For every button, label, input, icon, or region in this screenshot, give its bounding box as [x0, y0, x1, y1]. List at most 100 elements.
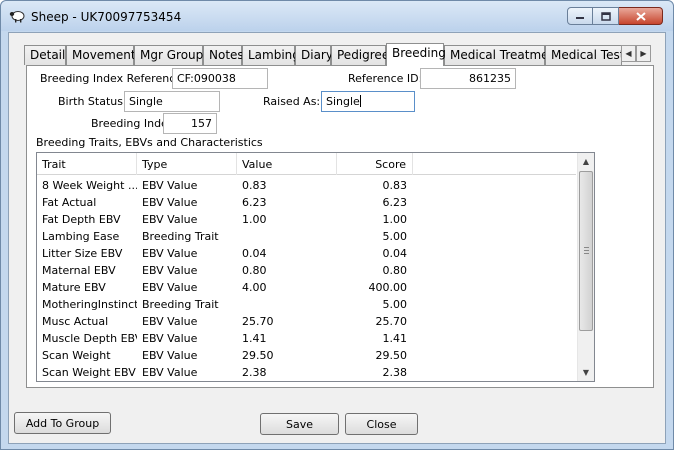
cell-score: 5.00 — [382, 298, 408, 311]
grip-line — [584, 253, 589, 254]
cell-score: 6.23 — [382, 196, 408, 209]
cell-type: Breeding Trait — [142, 298, 219, 311]
breeding-traits-table[interactable]: Trait Type Value Score 8 Week Weight ...… — [36, 152, 595, 382]
cell-trait: Lambing Ease — [42, 230, 120, 243]
cell-value — [237, 296, 337, 313]
cell-value: 2.38 — [242, 366, 267, 379]
cell-value: 1.00 — [242, 213, 267, 226]
raised-as-field[interactable]: Single — [321, 91, 415, 112]
reference-id-label: Reference ID: — [348, 72, 423, 85]
cell-score: 0.83 — [382, 179, 408, 192]
tab-medical-tests[interactable]: Medical Tests — [545, 45, 631, 65]
cell-trait: Scan Weight — [42, 349, 111, 362]
column-header-type[interactable]: Type — [137, 153, 237, 175]
cell-trait: Maternal EBV — [42, 264, 116, 277]
cell-trait: Fat Depth EBV — [42, 213, 121, 226]
tab-movements[interactable]: Movements — [66, 45, 142, 65]
cell-trait: Musc Actual — [42, 315, 109, 328]
column-header-empty — [413, 153, 576, 175]
cell-score: 5.00 — [382, 230, 408, 243]
cell-trait: Fat Actual — [42, 196, 97, 209]
table-row[interactable]: Maternal EBV EBV Value 0.80 0.80 — [37, 262, 576, 279]
table-vertical-scrollbar[interactable]: ▲ ▼ — [577, 153, 594, 381]
tab-lambing[interactable]: Lambing — [242, 45, 300, 65]
table-row[interactable]: Musc Actual EBV Value 25.70 25.70 — [37, 313, 576, 330]
breeding-index-reference-label: Breeding Index Reference: — [40, 72, 186, 85]
reference-id-field[interactable]: 861235 — [420, 68, 516, 89]
table-row[interactable]: Scan Weight EBV EBV Value 2.38 2.38 — [37, 364, 576, 381]
table-row[interactable]: Muscle Depth EBV EBV Value 1.41 1.41 — [37, 330, 576, 347]
cell-type: EBV Value — [142, 179, 198, 192]
cell-value: 29.50 — [242, 349, 274, 362]
tab-notes[interactable]: Notes — [203, 45, 244, 65]
maximize-button[interactable] — [593, 7, 619, 25]
tab-details[interactable]: Details — [24, 45, 72, 65]
column-header-trait[interactable]: Trait — [37, 153, 137, 175]
window-title: Sheep - UK70097753454 — [31, 10, 182, 24]
raised-as-value: Single — [326, 95, 360, 108]
save-button[interactable]: Save — [260, 413, 339, 435]
caption-buttons — [567, 7, 663, 25]
breeding-index-reference-field[interactable]: CF:090038 — [172, 68, 268, 89]
add-to-group-button[interactable]: Add To Group — [14, 412, 111, 434]
column-header-value[interactable]: Value — [237, 153, 337, 175]
table-row[interactable]: Mature EBV EBV Value 4.00 400.00 — [37, 279, 576, 296]
cell-type: EBV Value — [142, 281, 198, 294]
scroll-up-button[interactable]: ▲ — [578, 153, 594, 170]
table-row[interactable]: Lambing Ease Breeding Trait 5.00 — [37, 228, 576, 245]
column-header-score[interactable]: Score — [337, 153, 413, 175]
cell-trait: 8 Week Weight ... — [42, 179, 137, 192]
cell-score: 0.04 — [382, 247, 408, 260]
table-row[interactable]: Litter Size EBV EBV Value 0.04 0.04 — [37, 245, 576, 262]
cell-score: 0.80 — [382, 264, 408, 277]
cell-type: EBV Value — [142, 349, 198, 362]
tab-breeding[interactable]: Breeding — [386, 43, 446, 66]
cell-trait: Scan Weight EBV — [42, 366, 136, 379]
table-row[interactable]: MotheringInstinct Breeding Trait 5.00 — [37, 296, 576, 313]
maximize-icon — [600, 11, 611, 21]
table-row[interactable]: 8 Week Weight ... EBV Value 0.83 0.83 — [37, 177, 576, 194]
tab-strip: Details Movements Mgr Groups Notes Lambi… — [24, 43, 664, 66]
birth-status-label: Birth Status: — [58, 95, 127, 108]
cell-type: EBV Value — [142, 366, 198, 379]
breeding-index-field[interactable]: 157 — [163, 113, 217, 134]
cell-type: Breeding Trait — [142, 230, 219, 243]
close-button[interactable]: Close — [345, 413, 418, 435]
cell-value: 0.83 — [242, 179, 267, 192]
cell-trait: Litter Size EBV — [42, 247, 123, 260]
sheep-window: Sheep - UK70097753454 Details Movements … — [0, 0, 674, 450]
cell-type: EBV Value — [142, 315, 198, 328]
cell-value: 0.04 — [242, 247, 267, 260]
tab-medical-treatment[interactable]: Medical Treatment — [444, 45, 561, 65]
cell-value: 0.80 — [242, 264, 267, 277]
scroll-down-button[interactable]: ▼ — [578, 364, 594, 381]
dialog-client-area: Details Movements Mgr Groups Notes Lambi… — [8, 32, 666, 444]
chevron-right-icon: ▶ — [640, 49, 647, 58]
tab-scroll-right-button[interactable]: ▶ — [636, 45, 651, 62]
close-window-button[interactable] — [619, 7, 663, 25]
tab-diary[interactable]: Diary — [295, 45, 333, 65]
cell-score: 29.50 — [375, 349, 408, 362]
tab-pedigree[interactable]: Pedigree — [331, 45, 389, 65]
table-body: 8 Week Weight ... EBV Value 0.83 0.83 Fa… — [37, 177, 576, 381]
minimize-button[interactable] — [567, 7, 593, 25]
cell-score: 1.41 — [382, 332, 408, 345]
tab-mgr-groups[interactable]: Mgr Groups — [134, 45, 210, 65]
birth-status-field[interactable]: Single — [124, 91, 220, 112]
table-row[interactable]: Fat Actual EBV Value 6.23 6.23 — [37, 194, 576, 211]
scrollbar-thumb[interactable] — [579, 171, 593, 331]
arrow-up-icon: ▲ — [582, 157, 590, 166]
breeding-panel: Breeding Index Reference: CF:090038 Refe… — [26, 65, 654, 388]
cell-trait: MotheringInstinct — [42, 298, 137, 311]
close-icon — [635, 11, 646, 21]
tab-scroll-left-button[interactable]: ◀ — [621, 45, 636, 62]
section-title: Breeding Traits, EBVs and Characteristic… — [36, 136, 263, 149]
cell-score: 2.38 — [382, 366, 408, 379]
table-row[interactable]: Scan Weight EBV Value 29.50 29.50 — [37, 347, 576, 364]
cell-score: 1.00 — [382, 213, 408, 226]
table-row[interactable]: Fat Depth EBV EBV Value 1.00 1.00 — [37, 211, 576, 228]
text-caret — [359, 95, 361, 107]
title-bar[interactable]: Sheep - UK70097753454 — [1, 1, 673, 31]
sheep-icon — [9, 11, 25, 23]
chevron-left-icon: ◀ — [625, 49, 632, 58]
